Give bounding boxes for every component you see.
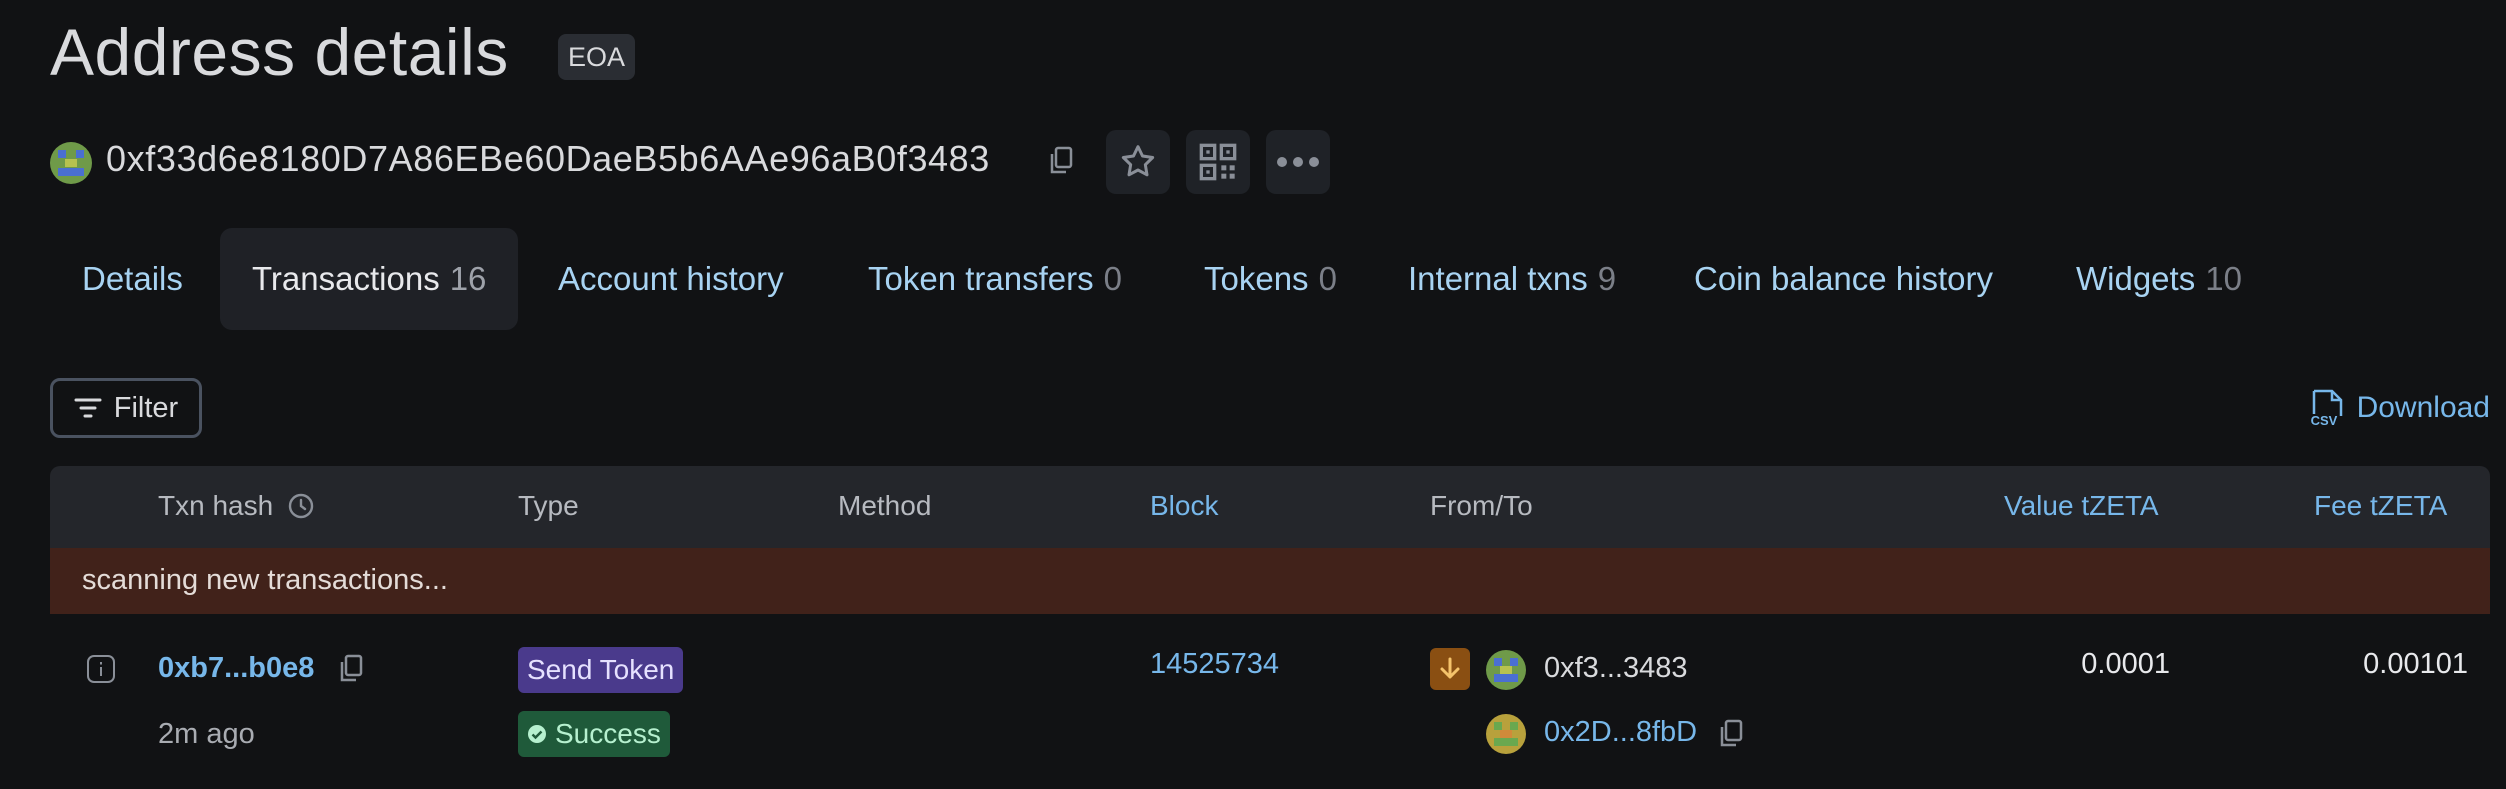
- th-fee[interactable]: Fee tZETA: [2314, 490, 2447, 522]
- th-value[interactable]: Value tZETA: [2004, 490, 2159, 522]
- tab-coin-balance-history[interactable]: Coin balance history: [1662, 228, 2025, 330]
- address-avatar: [50, 142, 92, 184]
- table-header: Txn hash Type Method Block From/To Value…: [50, 466, 2490, 548]
- tab-internal-txns[interactable]: Internal txns 9: [1376, 228, 1648, 330]
- page-title: Address details: [50, 15, 509, 89]
- tab-transactions[interactable]: Transactions 16: [220, 228, 519, 330]
- to-avatar: [1486, 714, 1526, 754]
- tab-tokens[interactable]: Tokens 0: [1172, 228, 1369, 330]
- more-options-button[interactable]: [1266, 130, 1330, 194]
- txn-hash-link[interactable]: 0xb7...b0e8: [158, 652, 314, 685]
- th-from-to: From/To: [1430, 490, 1533, 521]
- tab-token-transfers[interactable]: Token transfers 0: [836, 228, 1154, 330]
- from-avatar: [1486, 650, 1526, 690]
- th-txn-hash: Txn hash: [158, 490, 274, 521]
- address-hash: 0xf33d6e8180D7A86EBe60DaeB5b6AAe96aB0f34…: [106, 138, 990, 179]
- download-csv-button[interactable]: CSV Download: [2311, 388, 2490, 428]
- copy-hash-icon[interactable]: [338, 654, 364, 689]
- value-cell: 0.0001: [2081, 648, 2170, 680]
- clock-icon[interactable]: [287, 492, 315, 520]
- star-icon: [1121, 145, 1155, 177]
- eoa-badge: EOA: [558, 34, 636, 80]
- fee-cell: 0.00101: [2363, 648, 2468, 680]
- txn-age: 2m ago: [158, 718, 255, 750]
- favorite-button[interactable]: [1106, 130, 1170, 194]
- th-type: Type: [518, 490, 579, 521]
- th-method: Method: [838, 490, 932, 521]
- type-badge: Send Token: [518, 647, 684, 693]
- success-check-icon: [528, 725, 546, 743]
- incoming-direction-icon: [1430, 648, 1470, 690]
- th-block[interactable]: Block: [1150, 490, 1218, 522]
- copy-address-icon[interactable]: [1048, 146, 1074, 181]
- filter-button[interactable]: Filter: [50, 378, 202, 438]
- tab-account-history[interactable]: Account history: [526, 228, 816, 330]
- info-icon[interactable]: [86, 654, 116, 689]
- from-address: 0xf3...3483: [1544, 652, 1688, 684]
- status-badge: Success: [518, 711, 670, 757]
- qr-code-button[interactable]: [1186, 130, 1250, 194]
- qr-code-icon: [1199, 143, 1237, 181]
- scanning-banner: scanning new transactions...: [50, 548, 2490, 614]
- tab-widgets[interactable]: Widgets 10: [2044, 228, 2274, 330]
- csv-file-icon: CSV: [2311, 388, 2345, 428]
- more-dots-icon: [1277, 157, 1319, 167]
- to-address-link[interactable]: 0x2D...8fbD: [1544, 716, 1697, 749]
- filter-icon: [74, 398, 102, 418]
- block-link[interactable]: 14525734: [1150, 648, 1279, 681]
- tab-details[interactable]: Details: [50, 228, 215, 330]
- copy-to-address-icon[interactable]: [1718, 719, 1744, 754]
